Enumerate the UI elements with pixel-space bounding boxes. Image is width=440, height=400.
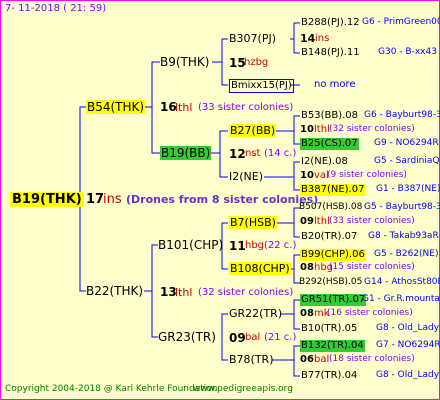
gen2-gr23-year: 09 [229, 331, 246, 345]
gen2-b101-year: 11 [229, 239, 246, 253]
gen3-b78-year: 06 [300, 354, 314, 365]
gen3-b307-year: 14 [300, 32, 316, 45]
gen2-gr23-queen[interactable]: GR23(TR) [158, 331, 216, 343]
gen3-b307-breed: ins [315, 33, 330, 44]
gen3-gr22-year: 08 [300, 308, 314, 319]
gen4-origin: G8 - Takab93aR [368, 231, 439, 241]
gen3-b108-year: 08 [300, 262, 314, 273]
gen3-b108-queen[interactable]: B108(CHP) [229, 262, 291, 275]
gen1-top-breed: lthl [175, 101, 193, 114]
gen3-gr22-queen[interactable]: GR22(TR) [229, 308, 282, 319]
gen3-b7-queen[interactable]: B7(HSB) [229, 216, 277, 229]
gen4-origin: G6 - PrimGreen00 [362, 17, 440, 27]
gen4-origin: G8 - Old_Lady [376, 370, 440, 380]
gen3-b27-note: (32 sister colonies) [329, 124, 415, 134]
gen2-b101-breed: hbg [245, 240, 265, 251]
gen4-queen[interactable]: B20(TR).07 [301, 232, 357, 242]
gen4-origin: G1 - Gr.R.mounta [362, 294, 440, 304]
gen2-b101-note: (22 c.) [264, 240, 297, 251]
date-stamp: 7- 11-2018 ( 21: 59) [5, 3, 107, 14]
gen3-b27-queen[interactable]: B27(BB) [229, 124, 277, 137]
gen4-queen[interactable]: B148(PJ).11 [301, 48, 360, 58]
gen2-b19bb-year: 12 [229, 147, 246, 161]
gen3-gr22-note: (16 sister colonies) [327, 308, 413, 318]
gen3-bmixx-queen[interactable]: Bmixx15(PJ) [229, 79, 294, 93]
gen2-b101-queen[interactable]: B101(CHP) [158, 239, 223, 251]
root-queen[interactable]: B19(THK) [10, 192, 84, 207]
gen4-origin: G5 - SardiniaQ [374, 156, 440, 166]
gen3-i2-queen[interactable]: I2(NE) [229, 171, 263, 182]
gen3-b7-breed: lthl [314, 216, 330, 227]
gen1-bottom-note: (32 sister colonies) [198, 287, 294, 298]
root-drones-note: (Drones from 8 sister colonies) [126, 193, 319, 206]
gen3-bmixx-note: no more [314, 79, 356, 90]
gen3-b78-note: (18 sister colonies) [329, 354, 415, 364]
gen4-origin: G5 - B262(NE) [374, 249, 439, 259]
gen4-queen[interactable]: B292(HSB).05 [299, 278, 362, 287]
gen2-gr23-note: (21 c.) [264, 332, 297, 343]
gen4-origin: G30 - B-xx43 [378, 47, 437, 57]
gen4-origin: G6 - Bayburt98-3 [364, 110, 440, 120]
footer-copyright: Copyright 2004-2018 @ Karl Kehrle Founda… [5, 384, 218, 394]
gen4-queen[interactable]: GR51(TR).07 [300, 294, 367, 306]
gen3-i2-year: 10 [300, 170, 314, 181]
gen3-b7-note: (33 sister colonies) [329, 216, 415, 226]
gen4-origin: G9 - NO6294R [374, 138, 439, 148]
gen1-bottom-breed: lthl [175, 286, 193, 299]
gen4-queen[interactable]: B77(TR).04 [301, 371, 357, 381]
gen4-queen[interactable]: B53(BB).08 [301, 111, 358, 121]
gen3-b108-note: (15 sister colonies) [329, 262, 415, 272]
footer-site-link[interactable]: www.pedigreeapis.org [193, 385, 293, 394]
gen4-queen[interactable]: B25(CS).07 [300, 138, 359, 150]
gen1-top-note: (33 sister colonies) [198, 102, 294, 113]
gen4-origin: G7 - NO6294R [376, 340, 440, 350]
gen3-b7-year: 09 [300, 216, 314, 227]
gen2-gr23-breed: bal [245, 332, 261, 343]
gen2-b19bb-breed: nst [245, 148, 261, 159]
gen4-origin: G1 - B387(NE) [376, 184, 440, 194]
gen4-queen[interactable]: B132(TR).04 [300, 340, 365, 352]
gen2-b9-queen[interactable]: B9(THK) [160, 56, 209, 68]
gen4-origin: G8 - Old_Lady [376, 323, 440, 333]
gen3-i2-note: (9 sister colonies) [327, 170, 408, 180]
gen4-queen[interactable]: B288(PJ).12 [301, 18, 360, 28]
gen4-queen[interactable]: B10(TR).05 [301, 324, 357, 334]
gen2-b19bb-note: (14 c.) [264, 148, 297, 159]
root-breed: ins [103, 192, 122, 207]
gen4-queen[interactable]: B99(CHP).06 [300, 249, 366, 261]
gen2-b9-breed: hzbg [244, 57, 269, 68]
gen3-b78-queen[interactable]: B78(TR) [229, 354, 274, 365]
gen3-b27-year: 10 [300, 124, 314, 135]
gen3-b78-breed: bal [314, 354, 330, 365]
gen1-bottom-queen[interactable]: B22(THK) [86, 285, 143, 297]
gen3-b27-breed: lthl [314, 124, 330, 135]
gen4-queen[interactable]: B507(HSB).08 [299, 203, 362, 212]
gen4-queen[interactable]: I2(NE).08 [301, 157, 348, 167]
gen4-queen[interactable]: B387(NE).07 [300, 184, 366, 196]
gen4-origin: G14 - AthosSt80R [364, 277, 440, 287]
gen4-origin: G5 - Bayburt98-3 [364, 202, 440, 212]
gen2-b19bb-queen[interactable]: B19(BB) [160, 146, 212, 160]
gen3-b307-queen[interactable]: B307(PJ) [229, 33, 276, 44]
gen1-top-queen[interactable]: B54(THK) [86, 100, 146, 114]
root-year: 17 [86, 192, 105, 207]
